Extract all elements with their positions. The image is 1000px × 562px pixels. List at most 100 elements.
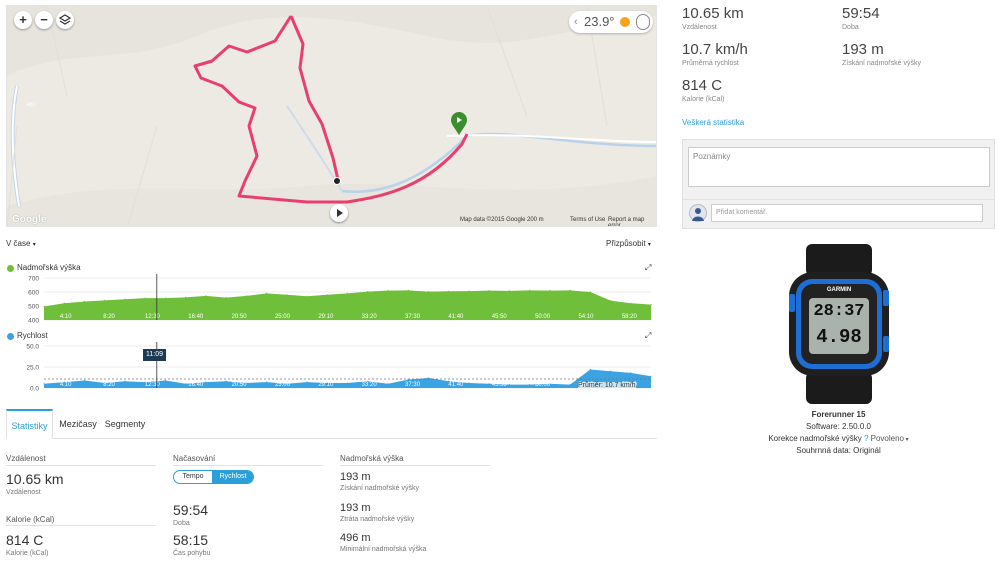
data-point [630, 302, 632, 304]
distance-section-title: Vzdálenost [6, 454, 46, 463]
pace-option[interactable]: Tempo [174, 471, 212, 483]
data-point [427, 377, 430, 379]
play-button[interactable] [330, 204, 348, 222]
device-software: Software: 2.50.0.0 [806, 422, 871, 431]
chevron-left-icon[interactable]: ‹ [574, 11, 578, 33]
data-point [387, 290, 389, 292]
x-tick-label: 58:20 [622, 314, 638, 320]
expand-icon[interactable]: ⤢ [645, 331, 651, 341]
terms-link[interactable]: Terms of Use [570, 217, 605, 223]
route-map[interactable]: 481 + − ‹ 23.9° Google Map data ©2015 Go… [6, 5, 657, 227]
tab-statistics[interactable]: Statistiky [6, 409, 53, 439]
layers-icon[interactable] [56, 11, 74, 29]
data-point [286, 294, 288, 296]
x-tick-label: 29:10 [318, 382, 334, 388]
customize-button[interactable]: Přizpůsobit ▾ [606, 239, 651, 248]
map-canvas: 481 [7, 6, 656, 226]
data-point [488, 383, 490, 385]
time-stat: 59:54 Doba [173, 502, 208, 527]
series-area [44, 290, 651, 320]
all-stats-link[interactable]: Veškerá statistika [682, 118, 744, 127]
x-tick-label: 12:30 [145, 314, 161, 320]
moving-time-value: 58:15 [173, 532, 209, 548]
tab-segments[interactable]: Segmenty [103, 409, 147, 439]
summary-elev-gain-value: 193 m [842, 41, 884, 58]
expand-icon[interactable]: ⤢ [645, 263, 651, 273]
data-point [589, 368, 591, 371]
report-error-link[interactable]: Report a map error [608, 217, 656, 226]
data-point [124, 298, 126, 300]
elevation-correction-value[interactable]: Povoleno [871, 434, 904, 443]
elevation-gain-value: 193 m [340, 471, 371, 483]
data-point [144, 297, 146, 299]
data-point [508, 290, 510, 292]
pace-speed-toggle[interactable]: Tempo Rychlost [173, 470, 254, 484]
x-tick-label: 29:10 [318, 314, 334, 320]
help-icon[interactable]: ? [864, 434, 868, 443]
zoom-out-button[interactable]: − [35, 11, 53, 29]
comment-input[interactable]: Přidat komentář. [711, 204, 983, 222]
data-point [488, 290, 490, 292]
summary-calories-label: Kalorie (kCal) [682, 96, 725, 103]
speed-legend-dot [7, 333, 14, 340]
x-tick-label: 54:10 [578, 314, 594, 320]
summary-data: Souhrnná data: Originál [796, 446, 881, 455]
data-point [185, 296, 187, 298]
data-point [63, 302, 65, 304]
caret-down-icon: ▾ [32, 242, 36, 248]
elevation-chart[interactable]: 700 600 500 400 4:10 8:20 12:30 16:40 20:50 25:00… [6, 274, 657, 324]
weather-widget[interactable]: ‹ 23.9° [569, 11, 653, 33]
x-tick-label: 12:30 [145, 382, 161, 388]
x-tick-label: 41:40 [448, 382, 464, 388]
time-selector[interactable]: V čase ▾ [6, 239, 36, 248]
timing-section-title: Načasování [173, 454, 216, 463]
summary-calories: 814 C Kalorie (kCal) [682, 77, 724, 103]
data-point [529, 384, 531, 386]
device-image: GARMIN 28:37 4.98 [784, 244, 894, 404]
x-tick-label: 37:30 [405, 382, 421, 388]
svg-text:481: 481 [27, 102, 36, 108]
x-tick-label: 16:40 [188, 382, 204, 388]
time-value: 59:54 [173, 502, 209, 518]
elevation-correction-label: Korekce nadmořské výšky [768, 434, 862, 443]
data-point [407, 289, 409, 291]
distance-stat: 10.65 km Vzdálenost [6, 471, 64, 496]
data-point [387, 383, 389, 385]
elevation-loss-value: 193 m [340, 502, 371, 514]
x-tick-label: 37:30 [405, 314, 421, 320]
elevation-section-title: Nadmořská výška [340, 454, 404, 463]
notes-panel: Poznámky Přidat komentář. [682, 139, 995, 229]
data-point [306, 381, 308, 383]
summary-distance-value: 10.65 km [682, 5, 744, 22]
x-tick-label: 45:50 [492, 314, 508, 320]
x-tick-label: 20:50 [232, 382, 248, 388]
x-tick-label: 25:00 [275, 382, 291, 388]
elevation-gain-label: Získání nadmořské výšky [340, 485, 419, 492]
calories-section-title: Kalorie (kCal) [6, 515, 55, 524]
speed-chart[interactable]: 50.0 25.0 0.0 4:10 8:20 12:30 16:40 20:50 25:00 2… [6, 342, 657, 392]
y-tick-label: 25.0 [26, 365, 39, 372]
device-brand: GARMIN [826, 287, 852, 293]
y-tick-label: 600 [28, 290, 39, 297]
caret-down-icon: ▾ [903, 437, 909, 443]
summary-calories-value: 814 C [682, 77, 723, 94]
x-tick-label: 20:50 [232, 314, 248, 320]
notes-input[interactable]: Poznámky [688, 147, 990, 187]
speed-option[interactable]: Rychlost [212, 471, 253, 483]
data-point [326, 294, 328, 296]
x-tick-label: 33:20 [362, 314, 378, 320]
zoom-in-button[interactable]: + [14, 11, 32, 29]
map-scale: 200 m [527, 217, 544, 223]
elevation-chart-title: Nadmořská výška [17, 263, 81, 272]
start-pin-icon[interactable] [450, 112, 468, 141]
map-data-attribution: Map data ©2015 Google [460, 217, 526, 223]
x-tick-label: 41:40 [448, 314, 464, 320]
summary-duration: 59:54 Doba [842, 5, 880, 31]
y-tick-label: 400 [28, 318, 39, 325]
elevation-loss-label: Ztráta nadmořské výšky [340, 516, 415, 523]
cursor-time-label: 11:09 [143, 349, 166, 361]
x-tick-label: 50:00 [535, 314, 551, 320]
summary-avg-speed: 10.7 km/h Průměrná rychlost [682, 41, 748, 67]
tab-splits[interactable]: Mezičasy [56, 409, 100, 439]
average-speed-label: Průměr: 10.7 km/h [578, 382, 636, 389]
